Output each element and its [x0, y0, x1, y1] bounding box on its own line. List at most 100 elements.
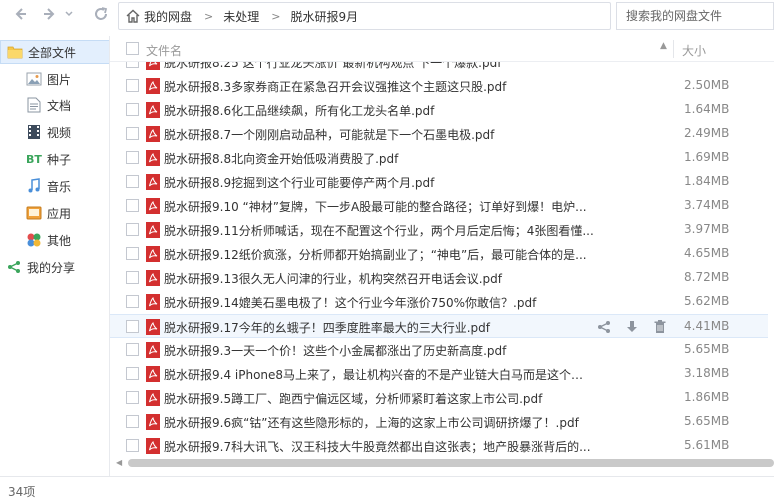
share-icon[interactable] [595, 318, 613, 336]
column-header-name[interactable]: 文件名 [146, 42, 182, 59]
file-name[interactable]: 脱水研报9.11分析师喊话，现在不配置这个行业，两个月后定后悔；4张图看懂... [164, 222, 594, 239]
pdf-file-icon [146, 246, 160, 262]
pdf-file-icon [146, 270, 160, 286]
arrow-left-icon[interactable] [10, 6, 30, 26]
row-checkbox[interactable] [126, 127, 139, 140]
row-checkbox[interactable] [126, 247, 139, 260]
file-size: 3.97MB [684, 222, 730, 236]
file-row[interactable]: 脱水研报8.3多家券商正在紧急召开会议强推这个主题这只股.pdf 2.50MB [110, 74, 768, 98]
sidebar-item-apps[interactable]: 应用 [0, 201, 110, 225]
file-row[interactable]: 脱水研报8.6化工品继续飙，所有化工龙头名单.pdf 1.64MB [110, 98, 768, 122]
file-row[interactable]: 脱水研报9.10 “神材”复牌，下一步A股最可能的整合路径；订单好到爆！电炉..… [110, 194, 768, 218]
column-header-size[interactable]: 大小 [682, 42, 706, 59]
file-name[interactable]: 脱水研报9.10 “神材”复牌，下一步A股最可能的整合路径；订单好到爆！电炉..… [164, 198, 594, 215]
file-size: 5.62MB [684, 294, 730, 308]
file-name[interactable]: 脱水研报9.5蹲工厂、跑西宁偏远区域，分析师紧盯着这家上市公司.pdf [164, 390, 594, 407]
file-row[interactable]: 脱水研报9.3一天一个价！这些个小金属都涨出了历史新高度.pdf 5.65MB [110, 338, 768, 362]
breadcrumb-item[interactable]: 未处理 > [223, 8, 290, 25]
select-all-checkbox[interactable] [126, 42, 139, 55]
row-checkbox[interactable] [126, 271, 139, 284]
row-checkbox[interactable] [126, 175, 139, 188]
row-checkbox[interactable] [126, 79, 139, 92]
file-row[interactable]: 脱水研报8.7一个刚刚启动品种，可能就是下一个石墨电极.pdf 2.49MB [110, 122, 768, 146]
file-name[interactable]: 脱水研报9.3一天一个价！这些个小金属都涨出了历史新高度.pdf [164, 342, 594, 359]
pdf-file-icon [146, 414, 160, 430]
refresh-icon[interactable] [91, 6, 111, 26]
file-name[interactable]: 脱水研报9.13很久无人问津的行业，机构突然召开电话会议.pdf [164, 270, 594, 287]
breadcrumb-item[interactable]: 我的网盘 > [144, 8, 223, 25]
row-checkbox[interactable] [126, 103, 139, 116]
file-name[interactable]: 脱水研报8.6化工品继续飙，所有化工龙头名单.pdf [164, 102, 594, 119]
breadcrumb-label[interactable]: 我的网盘 [144, 8, 192, 25]
row-checkbox[interactable] [126, 439, 139, 452]
file-size: 5.65MB [684, 414, 730, 428]
file-row[interactable]: 脱水研报9.7科大讯飞、汉王科技大牛股竟然都出自这张表；地产股暴涨背后的... 5… [110, 434, 768, 454]
sidebar-item-label: 其他 [47, 233, 72, 248]
file-name[interactable]: 脱水研报9.7科大讯飞、汉王科技大牛股竟然都出自这张表；地产股暴涨背后的... [164, 438, 594, 454]
file-row[interactable]: 脱水研报9.14媲美石墨电极了！这个行业今年涨价750%你敢信？.pdf 5.62… [110, 290, 768, 314]
file-name[interactable]: 脱水研报9.6疯“钴”还有这些隐形标的，上海的这家上市公司调研挤爆了！.pdf [164, 414, 594, 431]
scroll-left-arrow-icon[interactable]: ◀ [116, 458, 122, 467]
music-icon [26, 178, 42, 194]
row-checkbox[interactable] [126, 199, 139, 212]
row-checkbox[interactable] [126, 343, 139, 356]
breadcrumb-item-current[interactable]: 脱水研报9月 [290, 8, 358, 25]
file-size: 2.50MB [684, 78, 730, 92]
row-checkbox[interactable] [126, 151, 139, 164]
sidebar-item-documents[interactable]: 文档 [0, 93, 110, 117]
sidebar-item-torrents[interactable]: BT 种子 [0, 147, 110, 171]
breadcrumb-label[interactable]: 未处理 [223, 8, 259, 25]
file-name[interactable]: 脱水研报8.7一个刚刚启动品种，可能就是下一个石墨电极.pdf [164, 126, 594, 143]
sidebar-item-music[interactable]: 音乐 [0, 174, 110, 198]
sidebar-item-my-shares[interactable]: 我的分享 [0, 255, 110, 279]
sidebar-item-images[interactable]: 图片 [0, 67, 110, 91]
file-row[interactable]: 脱水研报9.12纸价疯涨，分析师都开始搞副业了；“神电”后，最可能合体的是...… [110, 242, 768, 266]
vertical-scrollbar[interactable] [768, 62, 774, 454]
file-row[interactable]: 脱水研报8.9挖掘到这个行业可能要停产两个月.pdf 1.84MB [110, 170, 768, 194]
column-divider[interactable] [673, 40, 674, 58]
file-name[interactable]: 脱水研报8.9挖掘到这个行业可能要停产两个月.pdf [164, 174, 594, 191]
horizontal-scrollbar-thumb[interactable] [128, 459, 774, 467]
file-row[interactable]: 脱水研报9.5蹲工厂、跑西宁偏远区域，分析师紧盯着这家上市公司.pdf 1.86M… [110, 386, 768, 410]
pdf-file-icon [146, 174, 160, 190]
pdf-file-icon [146, 78, 160, 94]
sort-asc-icon[interactable]: ▲ [660, 41, 667, 51]
top-nav-bar: 我的网盘 > 未处理 > 脱水研报9月 搜索我的网盘文件 [0, 0, 774, 33]
file-row[interactable]: 脱水研报9.6疯“钴”还有这些隐形标的，上海的这家上市公司调研挤爆了！.pdf 5… [110, 410, 768, 434]
row-checkbox[interactable] [126, 415, 139, 428]
pdf-file-icon [146, 390, 160, 406]
file-row[interactable]: 脱水研报9.17今年的幺蛾子！四季度胜率最大的三大行业.pdf 4.41MB [110, 314, 768, 338]
chevron-down-icon[interactable] [64, 6, 74, 26]
breadcrumb-label[interactable]: 脱水研报9月 [290, 8, 358, 25]
file-name[interactable]: 脱水研报9.4 iPhone8马上来了，最让机构兴奋的不是产业链大白马而是这个小… [164, 366, 594, 383]
search-input[interactable]: 搜索我的网盘文件 [616, 2, 774, 30]
trash-icon[interactable] [651, 318, 669, 336]
download-icon[interactable] [623, 318, 641, 336]
sidebar-item-videos[interactable]: 视频 [0, 120, 110, 144]
arrow-right-icon[interactable] [40, 6, 60, 26]
pdf-file-icon [146, 438, 160, 454]
sidebar-item-all-files[interactable]: 全部文件 [0, 40, 110, 64]
home-icon[interactable] [122, 3, 144, 29]
sidebar-item-label: 应用 [47, 206, 72, 221]
file-row[interactable]: 脱水研报8.8北向资金开始低吸消费股了.pdf 1.69MB [110, 146, 768, 170]
row-checkbox[interactable] [126, 391, 139, 404]
sidebar-item-other[interactable]: 其他 [0, 228, 110, 252]
file-name[interactable]: 脱水研报9.12纸价疯涨，分析师都开始搞副业了；“神电”后，最可能合体的是... [164, 246, 594, 263]
row-checkbox[interactable] [126, 367, 139, 380]
file-name[interactable]: 脱水研报9.14媲美石墨电极了！这个行业今年涨价750%你敢信？.pdf [164, 294, 594, 311]
file-name[interactable]: 脱水研报8.3多家券商正在紧急召开会议强推这个主题这只股.pdf [164, 78, 594, 95]
file-row-partial[interactable]: 脱水研报8.25 这个行业龙头涨价 最新机构观点 下一个爆款.pdf [110, 62, 768, 74]
file-row[interactable]: 脱水研报9.11分析师喊话，现在不配置这个行业，两个月后定后悔；4张图看懂...… [110, 218, 768, 242]
row-checkbox[interactable] [126, 223, 139, 236]
row-checkbox[interactable] [126, 62, 139, 68]
file-row[interactable]: 脱水研报9.4 iPhone8马上来了，最让机构兴奋的不是产业链大白马而是这个小… [110, 362, 768, 386]
row-checkbox[interactable] [126, 320, 139, 333]
file-name[interactable]: 脱水研报8.25 这个行业龙头涨价 最新机构观点 下一个爆款.pdf [164, 62, 594, 71]
file-size: 3.74MB [684, 198, 730, 212]
pdf-file-icon [146, 319, 160, 335]
row-checkbox[interactable] [126, 295, 139, 308]
file-name[interactable]: 脱水研报9.17今年的幺蛾子！四季度胜率最大的三大行业.pdf [164, 319, 594, 336]
file-name[interactable]: 脱水研报8.8北向资金开始低吸消费股了.pdf [164, 150, 594, 167]
file-row[interactable]: 脱水研报9.13很久无人问津的行业，机构突然召开电话会议.pdf 8.72MB [110, 266, 768, 290]
